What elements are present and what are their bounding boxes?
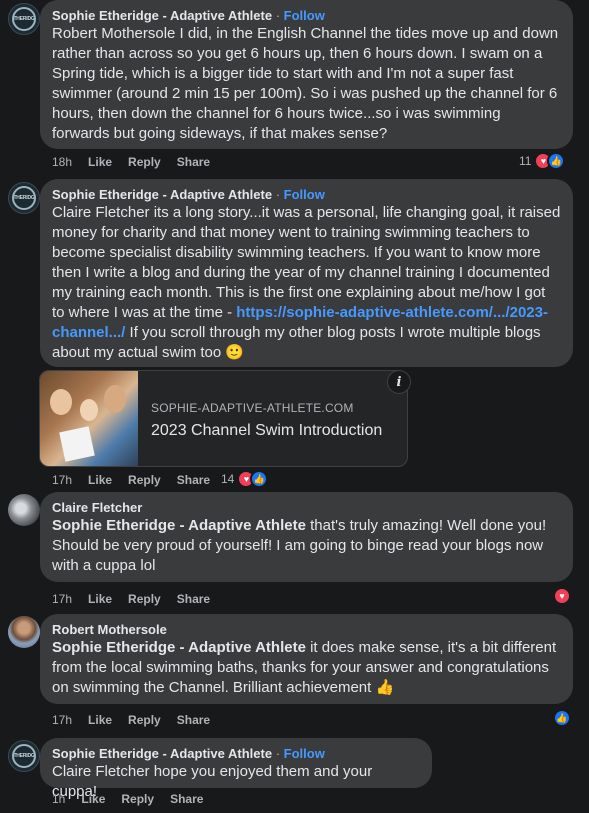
comment-bubble: Sophie Etheridge - Adaptive Athlete · Fo… — [40, 179, 573, 367]
mention-tag[interactable]: Sophie Etheridge - Adaptive Athlete — [52, 639, 306, 656]
thumbs-up-icon: 👍 — [547, 152, 566, 170]
comment-time[interactable]: 17h — [52, 473, 72, 487]
comment-text-part: If you scroll through my other blog post… — [52, 324, 541, 361]
link-preview-title: 2023 Channel Swim Introduction — [151, 422, 383, 439]
like-button[interactable]: Like — [88, 592, 112, 606]
separator: · — [275, 187, 281, 202]
share-button[interactable]: Share — [170, 792, 203, 806]
avatar[interactable]: ETHERIDGE — [8, 3, 40, 35]
avatar[interactable]: ETHERIDGE — [8, 182, 40, 214]
comment-bubble: Robert Mothersole Sophie Etheridge - Ada… — [40, 614, 573, 704]
reaction-summary[interactable]: 14 ♥ 👍 — [221, 470, 269, 488]
reply-button[interactable]: Reply — [128, 713, 161, 727]
follow-button[interactable]: Follow — [284, 746, 325, 761]
like-button[interactable]: Like — [88, 713, 112, 727]
comment-author[interactable]: Sophie Etheridge - Adaptive Athlete — [52, 8, 272, 23]
reaction-count: 11 — [519, 154, 532, 168]
comment-time[interactable]: 1h — [52, 792, 65, 806]
comment-text: Sophie Etheridge - Adaptive Athlete that… — [52, 516, 561, 576]
link-preview-domain: SOPHIE-ADAPTIVE-ATHLETE.COM — [151, 401, 354, 415]
share-button[interactable]: Share — [177, 155, 210, 169]
comment-author[interactable]: Claire Fletcher — [52, 499, 561, 516]
avatar-logo: ETHERIDGE — [12, 7, 36, 31]
reply-button[interactable]: Reply — [128, 592, 161, 606]
avatar-logo: ETHERIDGE — [12, 744, 36, 768]
avatar[interactable]: ETHERIDGE — [8, 740, 40, 772]
follow-button[interactable]: Follow — [284, 187, 325, 202]
reply-button[interactable]: Reply — [128, 155, 161, 169]
reaction-summary[interactable]: ♥ — [553, 587, 571, 605]
reaction-summary[interactable]: 👍 — [553, 709, 571, 727]
link-preview-image — [40, 371, 138, 466]
comment-actions: 17h Like Reply Share — [52, 592, 226, 606]
info-icon[interactable]: i — [387, 370, 411, 394]
comment-actions: 17h Like Reply Share — [52, 713, 226, 727]
comment-header: Sophie Etheridge - Adaptive Athlete · Fo… — [52, 745, 420, 762]
comment-header: Sophie Etheridge - Adaptive Athlete · Fo… — [52, 186, 561, 203]
mention-tag[interactable]: Sophie Etheridge - Adaptive Athlete — [52, 517, 306, 534]
comment-text: Claire Fletcher its a long story...it wa… — [52, 203, 561, 363]
share-button[interactable]: Share — [177, 473, 210, 487]
comment-actions: 1h Like Reply Share — [52, 792, 219, 806]
like-button[interactable]: Like — [88, 155, 112, 169]
reaction-summary[interactable]: 11 ♥ 👍 — [519, 152, 566, 170]
comment-time[interactable]: 18h — [52, 155, 72, 169]
share-button[interactable]: Share — [177, 592, 210, 606]
reply-button[interactable]: Reply — [128, 473, 161, 487]
share-button[interactable]: Share — [177, 713, 210, 727]
avatar[interactable] — [8, 494, 40, 526]
comment-author[interactable]: Robert Mothersole — [52, 621, 561, 638]
separator: · — [275, 8, 281, 23]
heart-icon: ♥ — [553, 587, 571, 605]
thumbs-up-icon: 👍 — [250, 470, 269, 488]
comment-text: Sophie Etheridge - Adaptive Athlete it d… — [52, 638, 561, 698]
comment-actions: 18h Like Reply Share — [52, 155, 226, 169]
follow-button[interactable]: Follow — [284, 8, 325, 23]
reply-button[interactable]: Reply — [121, 792, 154, 806]
comment-text: Robert Mothersole I did, in the English … — [52, 25, 559, 142]
avatar[interactable] — [8, 616, 40, 648]
reaction-count: 14 — [221, 472, 235, 486]
comment-header: Sophie Etheridge - Adaptive Athlete · Fo… — [52, 7, 561, 24]
comment-author[interactable]: Sophie Etheridge - Adaptive Athlete — [52, 187, 272, 202]
comment-author[interactable]: Sophie Etheridge - Adaptive Athlete — [52, 746, 272, 761]
separator: · — [275, 746, 281, 761]
like-button[interactable]: Like — [81, 792, 105, 806]
comment-bubble: Claire Fletcher Sophie Etheridge - Adapt… — [40, 492, 573, 582]
comment-bubble: Sophie Etheridge - Adaptive Athlete · Fo… — [40, 0, 573, 149]
like-button[interactable]: Like — [88, 473, 112, 487]
link-preview-card[interactable]: SOPHIE-ADAPTIVE-ATHLETE.COM 2023 Channel… — [39, 370, 408, 467]
comment-actions: 17h Like Reply Share — [52, 473, 226, 487]
comment-bubble: Sophie Etheridge - Adaptive Athlete · Fo… — [40, 738, 432, 800]
comment-time[interactable]: 17h — [52, 592, 72, 606]
avatar-logo: ETHERIDGE — [12, 186, 36, 210]
comment-time[interactable]: 17h — [52, 713, 72, 727]
thumbs-up-icon: 👍 — [553, 709, 571, 727]
